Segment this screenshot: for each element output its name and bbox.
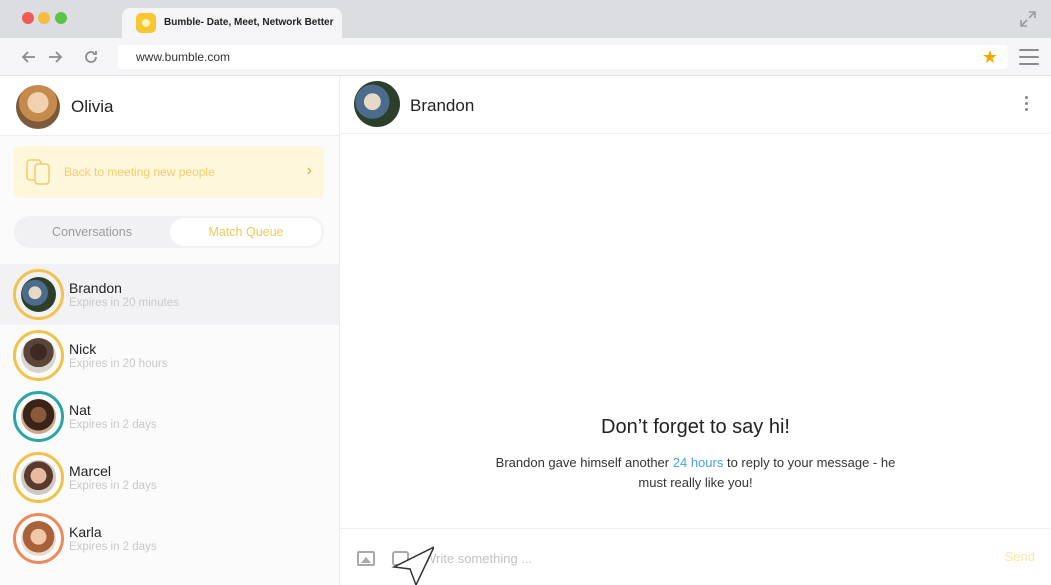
avatar [21, 399, 56, 434]
hint-body: Brandon gave himself another 24 hours to… [486, 453, 906, 493]
match-name: Brandon [69, 280, 122, 296]
hint-link[interactable]: 24 hours [673, 455, 724, 470]
tab-conversations[interactable]: Conversations [16, 218, 168, 246]
address-bar[interactable]: www.bumble.com ★ [118, 45, 1008, 69]
more-options-icon[interactable] [1025, 96, 1029, 114]
segmented-control: Conversations Match Queue [14, 216, 324, 248]
chat-partner-name: Brandon [410, 96, 475, 115]
match-expiry: Expires in 20 hours [69, 358, 168, 370]
list-item[interactable]: Nat Expires in 2 days [0, 386, 339, 447]
url-text: www.bumble.com [136, 50, 231, 64]
match-name: Nick [69, 341, 97, 357]
image-icon[interactable] [357, 551, 375, 566]
profile-name: Olivia [71, 97, 114, 116]
bumble-favicon-icon [136, 13, 156, 33]
hint-title: Don’t forget to say hi! [601, 416, 790, 438]
maximize-window-button[interactable] [55, 12, 67, 24]
tab-title: Bumble- Date, Meet, Network Better [164, 17, 334, 28]
match-expiry: Expires in 2 days [69, 541, 157, 553]
browser-tab[interactable]: Bumble- Date, Meet, Network Better [122, 8, 342, 38]
match-ring [13, 269, 64, 320]
list-item[interactable]: Marcel Expires in 2 days [0, 447, 339, 508]
browser-navbar: www.bumble.com ★ [0, 38, 1051, 76]
avatar [21, 460, 56, 495]
avatar [21, 338, 56, 373]
forward-arrow-icon[interactable] [46, 48, 64, 66]
match-expiry: Expires in 2 days [69, 419, 157, 431]
match-list: Brandon Expires in 20 minutes Nick Expir… [0, 264, 339, 569]
list-item[interactable]: Nick Expires in 20 hours [0, 325, 339, 386]
match-ring [13, 452, 64, 503]
avatar [21, 521, 56, 556]
bumble-app: Olivia Back to meeting new people › Conv… [0, 76, 1051, 585]
back-to-meeting-button[interactable]: Back to meeting new people › [14, 146, 324, 198]
browser-titlebar: Bumble- Date, Meet, Network Better [0, 0, 1051, 38]
fullscreen-icon[interactable] [1019, 10, 1037, 28]
chevron-right-icon: › [306, 162, 312, 179]
back-card-label: Back to meeting new people [64, 165, 215, 179]
profile-header[interactable]: Olivia [0, 76, 339, 136]
avatar[interactable] [16, 85, 60, 129]
chat-header: Brandon [340, 76, 1051, 134]
match-name: Marcel [69, 463, 112, 479]
match-ring [13, 330, 64, 381]
hamburger-menu-icon[interactable] [1019, 49, 1039, 65]
send-button[interactable]: Send [1005, 549, 1035, 564]
mouse-cursor-icon [391, 546, 434, 585]
avatar[interactable] [354, 81, 400, 127]
sidebar: Olivia Back to meeting new people › Conv… [0, 76, 340, 585]
match-ring [13, 391, 64, 442]
back-arrow-icon[interactable] [20, 48, 38, 66]
close-window-button[interactable] [22, 12, 34, 24]
say-hi-hint: Don’t forget to say hi! Brandon gave him… [340, 416, 1051, 493]
hint-text-pre: Brandon gave himself another [495, 455, 670, 470]
message-composer: Send [340, 528, 1051, 585]
bookmark-star-icon[interactable]: ★ [982, 47, 998, 67]
list-item[interactable]: Karla Expires in 2 days [0, 508, 339, 569]
minimize-window-button[interactable] [38, 12, 50, 24]
match-ring [13, 513, 64, 564]
match-name: Karla [69, 524, 102, 540]
match-expiry: Expires in 20 minutes [69, 297, 179, 309]
match-expiry: Expires in 2 days [69, 480, 157, 492]
message-input[interactable] [424, 546, 964, 570]
tab-match-queue[interactable]: Match Queue [170, 218, 322, 246]
cards-icon [26, 159, 50, 185]
reload-icon[interactable] [82, 48, 100, 66]
avatar [21, 277, 56, 312]
list-item[interactable]: Brandon Expires in 20 minutes [0, 264, 339, 325]
match-name: Nat [69, 402, 91, 418]
